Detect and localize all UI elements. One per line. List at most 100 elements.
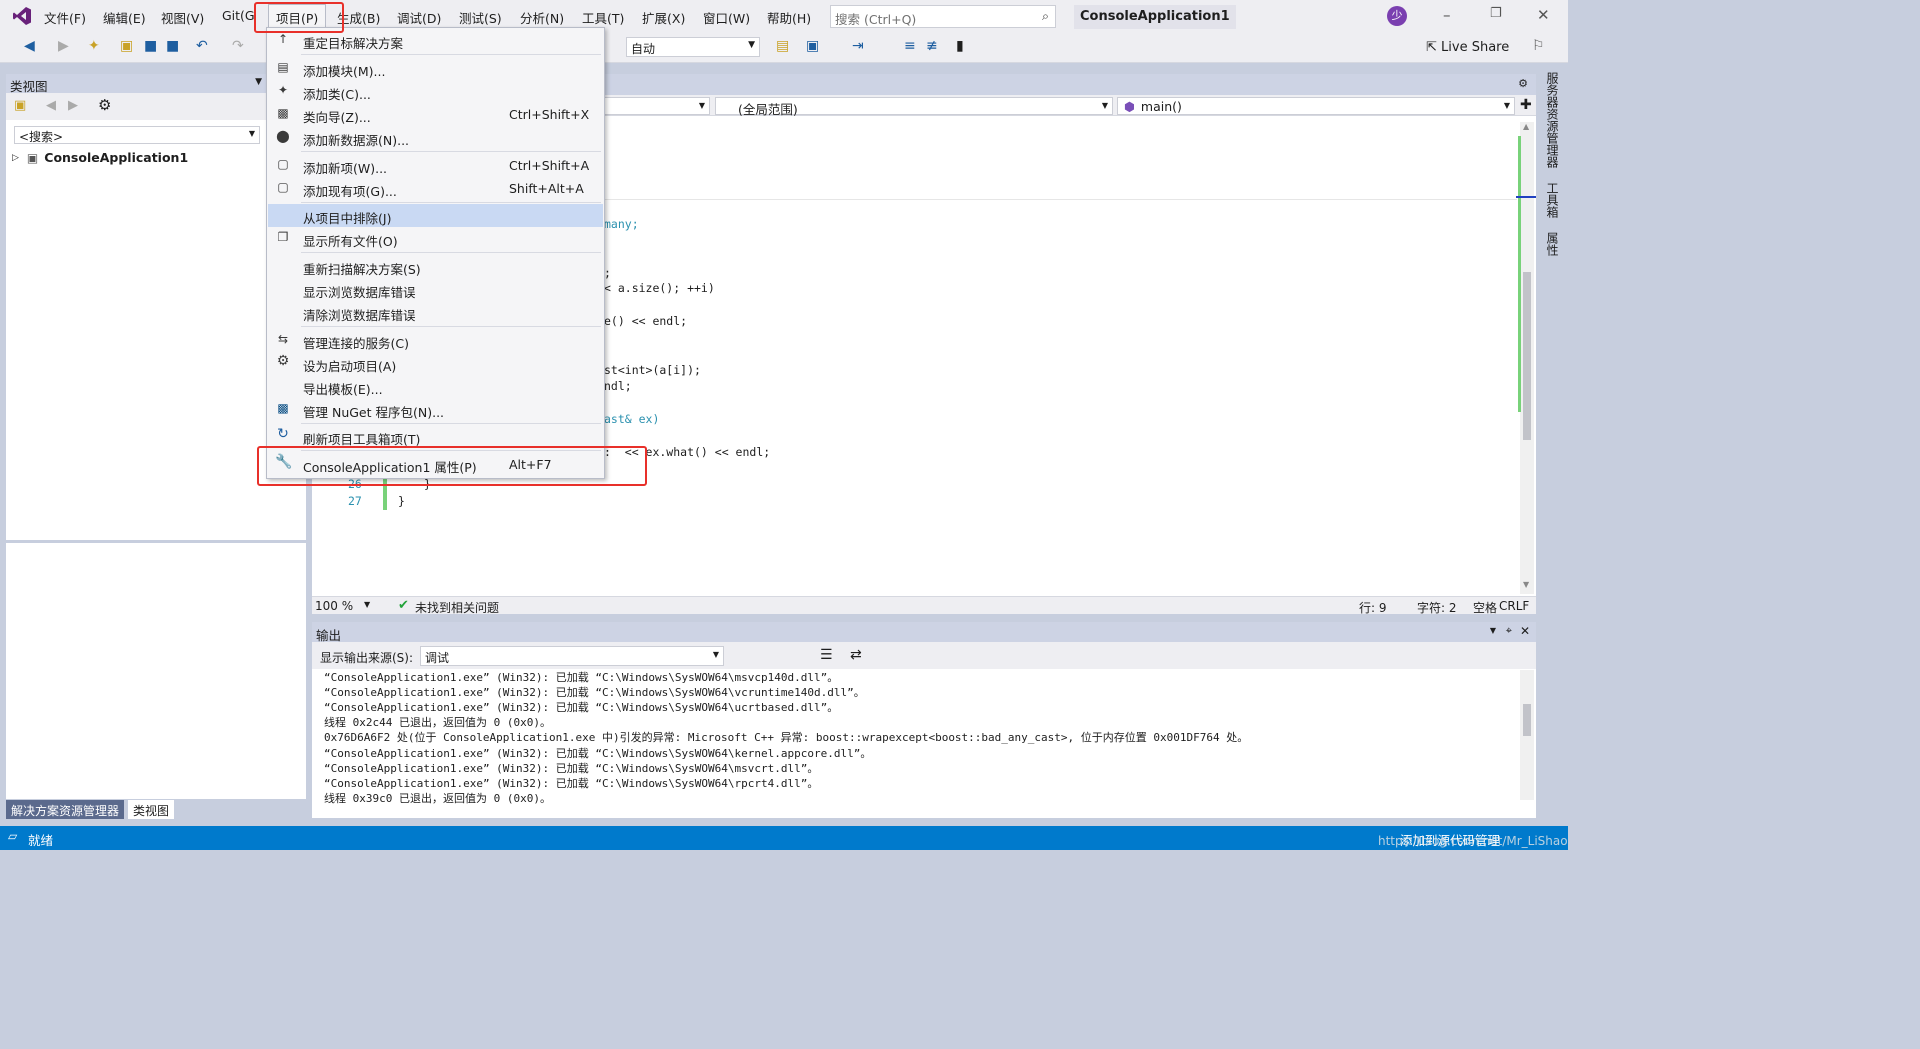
search-input[interactable]: 搜索 (Ctrl+Q) ⌕ bbox=[830, 5, 1056, 28]
tab-toolbox[interactable]: 工具箱 bbox=[1544, 182, 1561, 218]
zoom-combo[interactable]: 100 % bbox=[315, 599, 353, 613]
menu-tools[interactable]: 工具(T) bbox=[582, 8, 624, 27]
check-icon: ✔ bbox=[398, 598, 409, 613]
scroll-thumb[interactable] bbox=[1523, 272, 1531, 440]
uncomment-icon[interactable]: ≢ bbox=[926, 38, 938, 54]
tree-root-label: ConsoleApplication1 bbox=[44, 150, 189, 165]
menu-edit[interactable]: 编辑(E) bbox=[103, 8, 146, 27]
minimize-icon[interactable]: – bbox=[1443, 6, 1451, 24]
panel-menu-icon[interactable]: ▼ bbox=[255, 77, 262, 87]
tab-class-view[interactable]: 类视图 bbox=[128, 800, 175, 819]
menu-item-export-template[interactable]: 导出模板(E)... bbox=[268, 375, 603, 398]
save-icon[interactable]: ■ bbox=[144, 38, 157, 54]
issues-text[interactable]: 未找到相关问题 bbox=[415, 599, 499, 616]
output-vertical-scrollbar[interactable] bbox=[1520, 670, 1534, 800]
find-in-files-icon[interactable]: ▤ bbox=[776, 38, 789, 54]
browse-icon[interactable]: ▣ bbox=[806, 38, 819, 54]
live-share-button[interactable]: ⇱ Live Share bbox=[1426, 40, 1509, 55]
menu-item-shortcut: Ctrl+Shift+X bbox=[509, 107, 590, 122]
menu-item-rescan-solution[interactable]: 重新扫描解决方案(S) bbox=[268, 255, 603, 278]
feedback-icon[interactable]: ⚐ bbox=[1532, 38, 1545, 54]
menu-test[interactable]: 测试(S) bbox=[459, 8, 502, 27]
menu-window[interactable]: 窗口(W) bbox=[703, 8, 750, 27]
menu-item-refresh-toolbox[interactable]: ↻ 刷新项目工具箱项(T) bbox=[268, 425, 603, 448]
menu-item-label: 清除浏览数据库错误 bbox=[303, 308, 416, 323]
menu-analyze[interactable]: 分析(N) bbox=[520, 8, 564, 27]
tab-server-explorer[interactable]: 服务器资源管理器 bbox=[1544, 72, 1561, 168]
tab-solution-explorer[interactable]: 解决方案资源管理器 bbox=[6, 800, 125, 819]
add-module-icon: ▤ bbox=[277, 60, 289, 74]
gear-icon[interactable]: ⚙ bbox=[98, 96, 111, 114]
eol-indicator[interactable]: CRLF bbox=[1499, 599, 1529, 613]
bookmark-icon[interactable]: ▮ bbox=[956, 38, 964, 54]
back-icon[interactable]: ◀ bbox=[46, 98, 56, 113]
open-file-icon[interactable]: ▣ bbox=[120, 38, 133, 54]
whitespace-indicator[interactable]: 空格 bbox=[1473, 599, 1497, 616]
indent-icon[interactable]: ⇥ bbox=[852, 38, 864, 54]
member-nav-combo[interactable]: ⬢ main() ▼ bbox=[1117, 97, 1515, 115]
menu-view[interactable]: 视图(V) bbox=[161, 8, 204, 27]
share-icon: ⇱ bbox=[1426, 40, 1442, 55]
menu-git[interactable]: Git(G bbox=[222, 8, 255, 23]
panel-menu-icon[interactable]: ▼ bbox=[1490, 626, 1496, 635]
menu-item-add-new-item[interactable]: ▢ 添加新项(W)... Ctrl+Shift+A bbox=[268, 154, 603, 177]
menu-item-connected-services[interactable]: ⇆ 管理连接的服务(C) bbox=[268, 329, 603, 352]
menu-help[interactable]: 帮助(H) bbox=[767, 8, 811, 27]
close-icon[interactable]: ✕ bbox=[1537, 6, 1550, 24]
menu-item-add-datasource[interactable]: ⬤ 添加新数据源(N)... bbox=[268, 126, 603, 149]
menu-item-add-existing-item[interactable]: ▢ 添加现有项(G)... Shift+Alt+A bbox=[268, 177, 603, 200]
close-icon[interactable]: ✕ bbox=[1520, 624, 1530, 638]
new-folder-icon[interactable]: ▣ bbox=[14, 98, 26, 113]
method-icon: ⬢ bbox=[1124, 99, 1135, 114]
undo-icon[interactable]: ↶ bbox=[196, 38, 208, 54]
menu-debug[interactable]: 调试(D) bbox=[397, 8, 441, 27]
word-wrap-icon[interactable]: ⇄ bbox=[850, 647, 862, 663]
forward-icon[interactable]: ▶ bbox=[68, 98, 78, 113]
scroll-up-icon[interactable]: ▲ bbox=[1523, 122, 1529, 131]
editor-vertical-scrollbar[interactable]: ▲ ▼ bbox=[1520, 122, 1534, 594]
panel-splitter[interactable] bbox=[6, 540, 306, 543]
menu-item-add-class[interactable]: ✦ 添加类(C)... bbox=[268, 80, 603, 103]
back-icon[interactable]: ◀ bbox=[24, 38, 35, 54]
menu-item-label: 添加现有项(G)... bbox=[303, 184, 397, 199]
code-line: } bbox=[398, 494, 405, 508]
menu-item-show-db-errors[interactable]: 显示浏览数据库错误 bbox=[268, 278, 603, 301]
output-source-select[interactable]: 调试 ▼ bbox=[420, 646, 724, 666]
menu-item-set-startup-project[interactable]: ⚙ 设为启动项目(A) bbox=[268, 352, 603, 375]
tab-properties[interactable]: 属性 bbox=[1544, 232, 1561, 256]
redo-icon[interactable]: ↷ bbox=[232, 38, 244, 54]
scope-nav-combo[interactable]: (全局范围) ▼ bbox=[715, 97, 1113, 117]
menu-item-add-module[interactable]: ▤ 添加模块(M)... bbox=[268, 57, 603, 80]
menu-extensions[interactable]: 扩展(X) bbox=[642, 8, 685, 27]
settings-icon[interactable]: ⚙ bbox=[1518, 77, 1528, 90]
comment-icon[interactable]: ≡ bbox=[904, 38, 916, 54]
class-view-search[interactable]: <搜索> ▼ bbox=[14, 126, 260, 144]
add-existing-item-icon: ▢ bbox=[277, 180, 289, 194]
split-icon[interactable]: ✚ bbox=[1520, 97, 1532, 113]
scroll-down-icon[interactable]: ▼ bbox=[1523, 580, 1529, 589]
expand-icon[interactable]: ▷ bbox=[12, 153, 19, 163]
project-nav-combo[interactable]: ▼ bbox=[602, 97, 710, 115]
save-all-icon[interactable]: ■ bbox=[166, 38, 179, 54]
forward-icon[interactable]: ▶ bbox=[58, 38, 69, 54]
new-project-icon[interactable]: ✦ bbox=[88, 38, 100, 54]
menu-file[interactable]: 文件(F) bbox=[44, 8, 86, 27]
char-indicator[interactable]: 字符: 2 bbox=[1417, 599, 1457, 616]
restore-icon[interactable]: ❐ bbox=[1490, 6, 1502, 21]
line-indicator[interactable]: 行: 9 bbox=[1359, 599, 1387, 616]
chevron-down-icon: ▼ bbox=[1101, 101, 1108, 110]
chevron-down-icon[interactable]: ▼ bbox=[364, 600, 370, 609]
menu-item-show-all-files[interactable]: ❐ 显示所有文件(O) bbox=[268, 227, 603, 250]
tree-root-item[interactable]: ▷ ▣ ConsoleApplication1 bbox=[12, 150, 188, 165]
menu-item-exclude-from-project[interactable]: 从项目中排除(J) bbox=[268, 204, 603, 227]
vs-logo-icon[interactable] bbox=[12, 6, 32, 26]
scroll-thumb[interactable] bbox=[1523, 704, 1531, 736]
pin-icon[interactable]: ⌖ bbox=[1506, 624, 1512, 638]
annotation-box-project-menu bbox=[254, 2, 344, 33]
clear-all-icon[interactable]: ☰ bbox=[820, 647, 833, 663]
menu-item-class-wizard[interactable]: ▩ 类向导(Z)... Ctrl+Shift+X bbox=[268, 103, 603, 126]
avatar[interactable]: 少 bbox=[1387, 6, 1407, 26]
menu-item-clear-db-errors[interactable]: 清除浏览数据库错误 bbox=[268, 301, 603, 324]
menu-item-manage-nuget[interactable]: ▩ 管理 NuGet 程序包(N)... bbox=[268, 398, 603, 421]
solution-platform-combo[interactable]: 自动 ▼ bbox=[626, 37, 760, 57]
